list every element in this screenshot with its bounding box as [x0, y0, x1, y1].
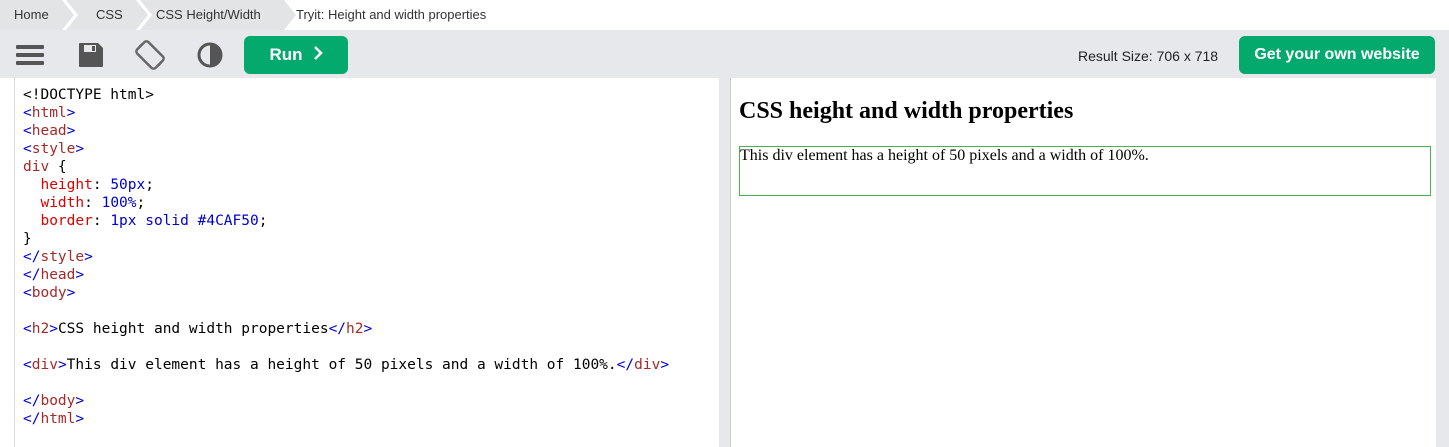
result-div: This div element has a height of 50 pixe… [739, 146, 1431, 196]
code-line: <style> [23, 141, 85, 157]
scrollbar-strip[interactable] [1436, 78, 1449, 447]
code-editor[interactable]: <!DOCTYPE html> <html> <head> <style> div { … [14, 78, 720, 447]
code-line: <body> [23, 285, 76, 301]
panel-divider[interactable] [719, 78, 730, 447]
breadcrumb-css-height-width[interactable]: CSS Height/Width [140, 0, 296, 30]
code-line: <h2>CSS height and width properties</h2> [23, 321, 373, 337]
code-line: </head> [23, 267, 85, 283]
result-panel: CSS height and width properties This div… [730, 78, 1436, 447]
code-line: } [23, 231, 32, 247]
code-line: width: 100%; [40, 195, 146, 211]
get-your-own-website-button[interactable]: Get your own website [1239, 36, 1435, 74]
run-button-label: Run [269, 45, 303, 64]
code-line: <!DOCTYPE html> [23, 87, 154, 103]
result-heading: CSS height and width properties [739, 98, 1074, 124]
code-line: <div>This div element has a height of 50… [23, 357, 670, 373]
toolbar: Run Result Size: 706 x 718 Get your own … [0, 30, 1449, 78]
code-line: div { [23, 159, 67, 175]
contrast-icon[interactable] [195, 40, 225, 70]
code-line: </style> [23, 249, 93, 265]
code-line: border: 1px solid #4CAF50; [40, 213, 268, 229]
code-line: <html> [23, 105, 76, 121]
run-button[interactable]: Run [244, 36, 348, 74]
rotate-icon[interactable] [135, 40, 165, 70]
code-line: </body> [23, 393, 85, 409]
menu-icon[interactable] [15, 40, 45, 70]
result-size-label: Result Size: 706 x 718 [1078, 48, 1219, 64]
save-icon[interactable] [76, 40, 106, 70]
code-text: <!DOCTYPE html> <html> <head> <style> div { … [23, 86, 669, 428]
code-line: height: 50px; [40, 177, 154, 193]
code-line: </html> [23, 411, 85, 427]
code-line: <head> [23, 123, 76, 139]
breadcrumb-home[interactable]: Home [0, 0, 74, 30]
breadcrumb: Home CSS CSS Height/Width Tryit: Height … [0, 0, 1449, 30]
breadcrumb-current: Tryit: Height and width properties [296, 7, 487, 22]
chevron-right-icon [313, 45, 323, 65]
breadcrumb-css[interactable]: CSS [66, 0, 148, 30]
